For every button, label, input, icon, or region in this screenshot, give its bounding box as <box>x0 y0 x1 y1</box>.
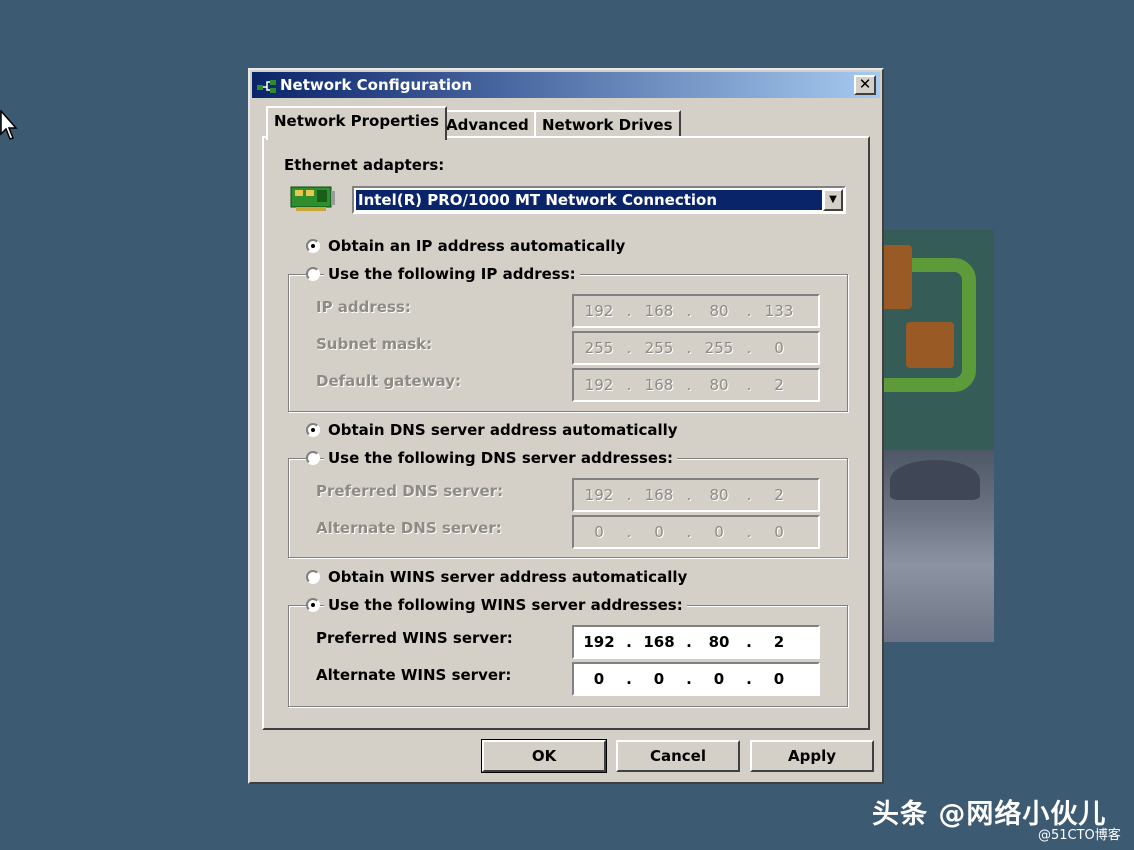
network-configuration-dialog: Network Configuration ✕ Network Properti… <box>248 68 884 784</box>
ip-auto-radio[interactable] <box>306 239 320 253</box>
default-gateway-field[interactable]: 192. 168. 80. 2 <box>572 368 820 402</box>
preferred-dns-label: Preferred DNS server: <box>316 482 504 500</box>
alternate-dns-field[interactable]: 0.0.0.0 <box>572 515 820 549</box>
ip-address-label: IP address: <box>316 298 411 316</box>
dropdown-button[interactable]: ▼ <box>823 189 843 211</box>
wins-auto-label: Obtain WINS server address automatically <box>328 568 688 586</box>
preferred-wins-field[interactable]: 192. 168. 80. 2 <box>572 625 820 659</box>
default-gateway-label: Default gateway: <box>316 372 461 390</box>
ethernet-adapter-value: Intel(R) PRO/1000 MT Network Connection <box>356 190 822 210</box>
watermark-subtext: @51CTO博客 <box>1038 828 1121 843</box>
alternate-wins-field[interactable]: 0.0.0.0 <box>572 662 820 696</box>
dns-manual-radio[interactable] <box>306 451 320 465</box>
ok-button[interactable]: OK <box>481 739 607 773</box>
chevron-down-icon: ▼ <box>829 194 837 205</box>
dns-auto-radio[interactable] <box>306 423 320 437</box>
ip-manual-radio[interactable] <box>306 267 320 281</box>
subnet-mask-label: Subnet mask: <box>316 335 433 353</box>
tab-advanced[interactable]: Advanced <box>438 110 537 138</box>
window-title: Network Configuration <box>280 76 472 94</box>
background-artwork <box>880 230 994 642</box>
mouse-pointer-icon <box>0 110 18 140</box>
title-bar[interactable]: Network Configuration ✕ <box>252 72 880 98</box>
ethernet-adapters-label: Ethernet adapters: <box>284 156 445 174</box>
apply-button[interactable]: Apply <box>750 740 874 772</box>
ethernet-adapter-select[interactable]: Intel(R) PRO/1000 MT Network Connection … <box>352 186 846 214</box>
ip-manual-label: Use the following IP address: <box>324 265 580 283</box>
close-icon: ✕ <box>858 75 872 93</box>
ip-auto-label: Obtain an IP address automatically <box>328 237 626 255</box>
preferred-wins-label: Preferred WINS server: <box>316 629 513 647</box>
alternate-dns-label: Alternate DNS server: <box>316 519 502 537</box>
alternate-wins-label: Alternate WINS server: <box>316 666 512 684</box>
close-button[interactable]: ✕ <box>854 75 876 95</box>
wins-manual-radio[interactable] <box>306 598 320 612</box>
ip-address-field[interactable]: 192. 168. 80. 133 <box>572 294 820 328</box>
subnet-mask-field[interactable]: 255. 255. 255. 0 <box>572 331 820 365</box>
network-card-icon <box>290 186 335 211</box>
tab-network-properties[interactable]: Network Properties <box>266 106 448 140</box>
dns-manual-label: Use the following DNS server addresses: <box>324 449 678 467</box>
network-icon <box>257 80 276 93</box>
cancel-button[interactable]: Cancel <box>616 740 740 772</box>
tab-network-drives[interactable]: Network Drives <box>534 110 681 138</box>
preferred-dns-field[interactable]: 192. 168. 80. 2 <box>572 478 820 512</box>
wins-manual-label: Use the following WINS server addresses: <box>324 596 687 614</box>
dns-auto-label: Obtain DNS server address automatically <box>328 421 678 439</box>
wins-auto-radio[interactable] <box>306 570 320 584</box>
